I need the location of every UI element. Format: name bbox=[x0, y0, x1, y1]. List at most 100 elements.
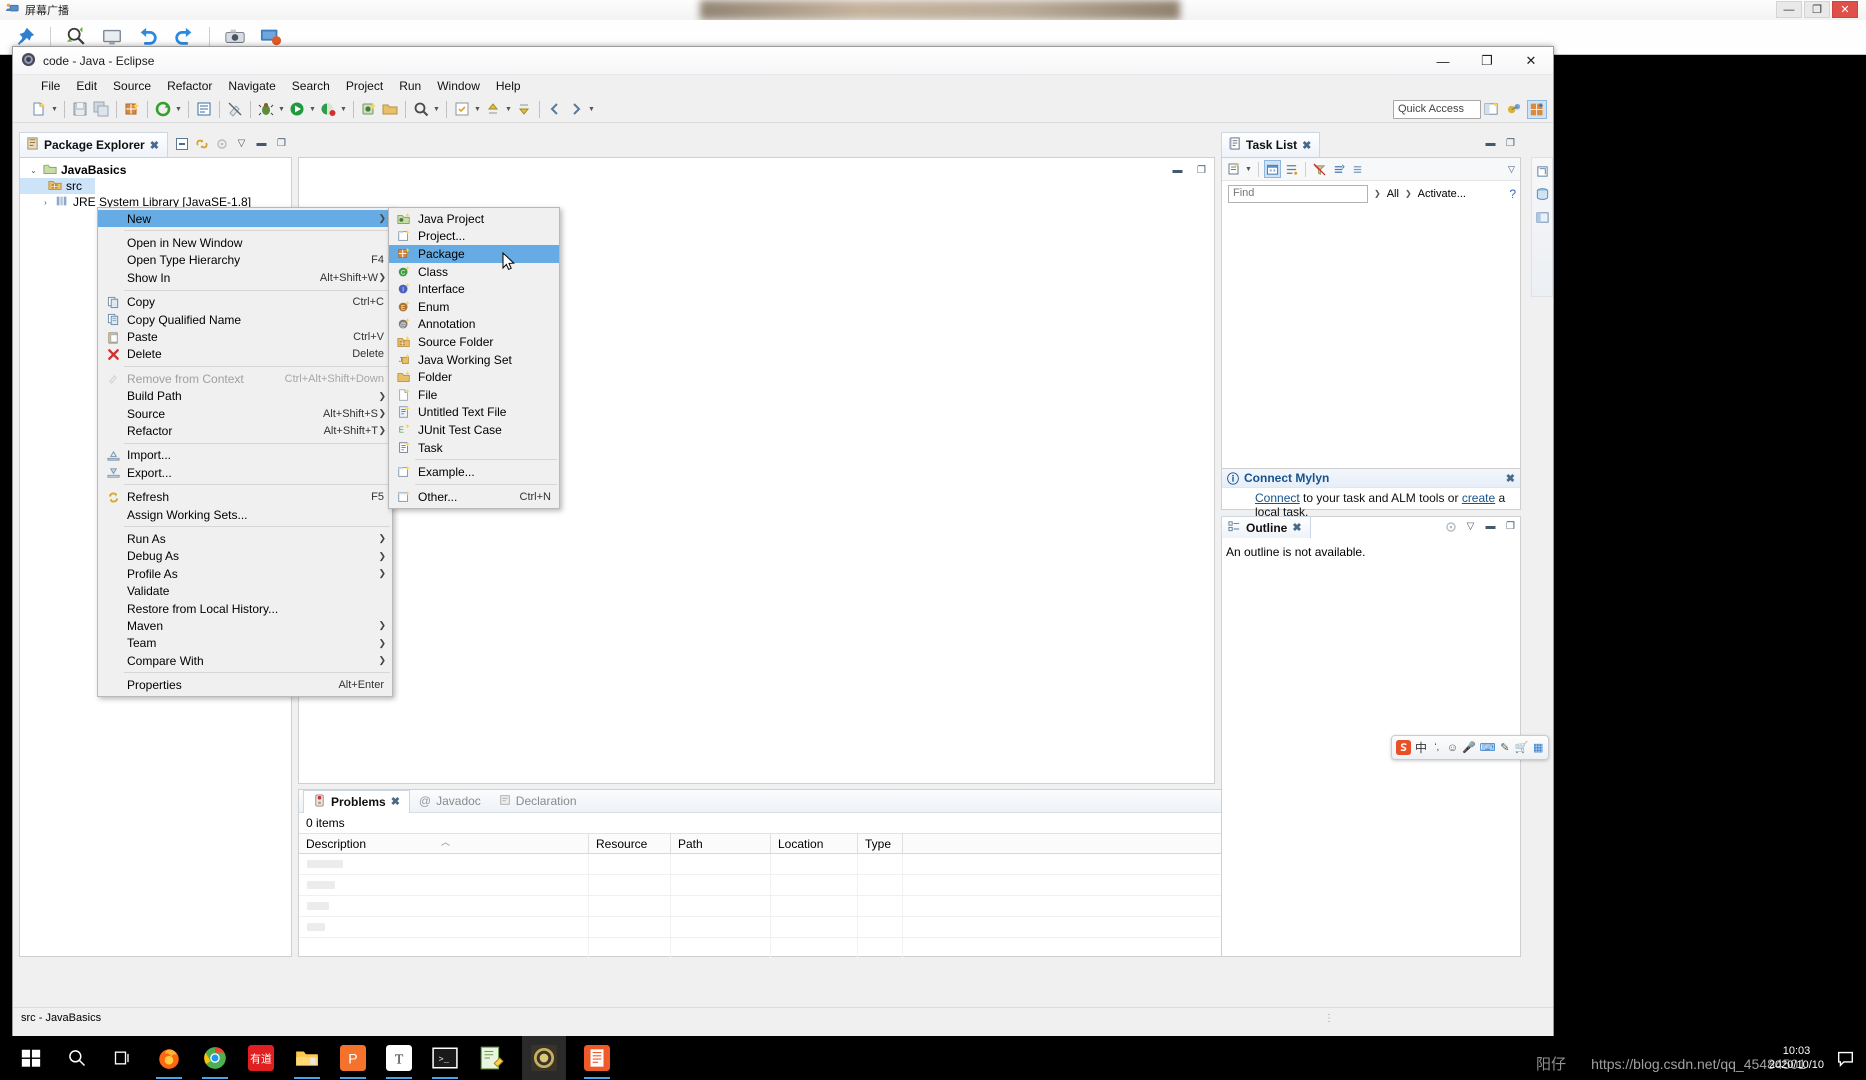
save-all-icon[interactable] bbox=[91, 99, 111, 119]
next-annotation-icon[interactable] bbox=[483, 99, 503, 119]
java-browsing-icon[interactable] bbox=[1532, 207, 1552, 227]
minimize-icon[interactable]: ▬ bbox=[1482, 518, 1499, 535]
link-with-editor-icon[interactable] bbox=[193, 135, 210, 152]
search-toolbar-icon[interactable] bbox=[411, 99, 431, 119]
ime-toolbox-icon[interactable]: ▦ bbox=[1532, 739, 1544, 756]
menu-item-team[interactable]: Team ❯ bbox=[98, 635, 392, 652]
filter-completed-icon[interactable] bbox=[1311, 160, 1328, 178]
open-task-icon[interactable] bbox=[194, 99, 214, 119]
focus-icon[interactable] bbox=[1442, 518, 1459, 535]
restore-icon[interactable] bbox=[1532, 161, 1552, 181]
menu-item-new[interactable]: New ❯ bbox=[98, 210, 392, 228]
ime-voice-icon[interactable]: 🎤 bbox=[1462, 739, 1476, 756]
run-icon[interactable] bbox=[287, 99, 307, 119]
menu-item-maven[interactable]: Maven ❯ bbox=[98, 617, 392, 634]
terminal-icon[interactable]: >_ bbox=[430, 1043, 460, 1079]
refresh-dropdown-arrow[interactable]: ▼ bbox=[174, 99, 183, 119]
broadcast-minimize-button[interactable]: — bbox=[1776, 1, 1802, 18]
maximize-icon[interactable]: ❐ bbox=[1193, 162, 1210, 179]
minimize-icon[interactable]: ▬ bbox=[1482, 135, 1499, 152]
column-location[interactable]: Location bbox=[771, 834, 858, 853]
ime-punctuation-icon[interactable]: ʻ, bbox=[1431, 739, 1443, 756]
tab-declaration[interactable]: Declaration bbox=[490, 790, 586, 813]
java-browsing-perspective-icon[interactable] bbox=[1504, 100, 1524, 119]
view-menu-icon[interactable]: ▽ bbox=[1503, 160, 1520, 178]
submenu-item-source-folder[interactable]: Source Folder bbox=[389, 333, 559, 351]
coverage-icon[interactable] bbox=[318, 99, 338, 119]
notification-icon[interactable] bbox=[1834, 1047, 1856, 1069]
taskbar-clock[interactable]: 10:03 2020/10/10 bbox=[1769, 1044, 1824, 1072]
connect-link[interactable]: Connect bbox=[1255, 491, 1300, 505]
menu-item-copy[interactable]: Copy Ctrl+C bbox=[98, 294, 392, 311]
tab-task-list[interactable]: Task List ✖ bbox=[1221, 132, 1321, 157]
ime-emoji-icon[interactable]: ☺ bbox=[1447, 739, 1459, 756]
file-explorer-icon[interactable] bbox=[292, 1043, 322, 1079]
menu-item-properties[interactable]: Properties Alt+Enter bbox=[98, 676, 392, 693]
menu-item-profile-as[interactable]: Profile As ❯ bbox=[98, 565, 392, 582]
close-icon[interactable]: ✖ bbox=[1302, 139, 1311, 152]
next-annotation-dropdown-arrow[interactable]: ▼ bbox=[504, 99, 513, 119]
debug-dropdown-arrow[interactable]: ▼ bbox=[277, 99, 286, 119]
menu-item-assign-working-sets[interactable]: Assign Working Sets... bbox=[98, 506, 392, 523]
open-perspective-icon[interactable] bbox=[1481, 100, 1501, 119]
submenu-item-other[interactable]: Other... Ctrl+N bbox=[389, 488, 559, 506]
maximize-icon[interactable]: ❐ bbox=[1502, 518, 1519, 535]
broadcast-maximize-button[interactable]: ❐ bbox=[1804, 1, 1830, 18]
menu-project[interactable]: Project bbox=[338, 77, 391, 95]
ime-mode-label[interactable]: 中 bbox=[1415, 739, 1427, 756]
task-repositories-icon[interactable] bbox=[1532, 184, 1552, 204]
new-task-icon[interactable] bbox=[1225, 160, 1242, 178]
activate-label[interactable]: Activate... bbox=[1418, 188, 1466, 200]
menu-window[interactable]: Window bbox=[429, 77, 488, 95]
submenu-item-example[interactable]: Example... bbox=[389, 463, 559, 481]
focus-on-active-task-icon[interactable] bbox=[213, 135, 230, 152]
forward-dropdown-arrow[interactable]: ▼ bbox=[587, 99, 596, 119]
sqlite-icon[interactable] bbox=[522, 1036, 566, 1080]
collapse-all-icon[interactable] bbox=[1330, 160, 1347, 178]
prev-annotation-icon[interactable] bbox=[514, 99, 534, 119]
eclipse-maximize-button[interactable]: ❐ bbox=[1465, 47, 1509, 75]
run-dropdown-arrow[interactable]: ▼ bbox=[308, 99, 317, 119]
new-java-class-icon[interactable] bbox=[359, 99, 379, 119]
menu-run[interactable]: Run bbox=[391, 77, 429, 95]
menu-edit[interactable]: Edit bbox=[68, 77, 105, 95]
menu-item-restore-from-local-history[interactable]: Restore from Local History... bbox=[98, 600, 392, 617]
search-input[interactable]: Find bbox=[1228, 184, 1368, 203]
menu-item-copy-qualified-name[interactable]: Copy Qualified Name bbox=[98, 311, 392, 328]
column-description[interactable]: Description ︿ bbox=[299, 834, 589, 853]
menu-item-open-type-hierarchy[interactable]: Open Type Hierarchy F4 bbox=[98, 252, 392, 269]
menu-refactor[interactable]: Refactor bbox=[159, 77, 220, 95]
submenu-item-java-working-set[interactable]: J Java Working Set bbox=[389, 351, 559, 369]
focus-on-workweek-icon[interactable] bbox=[1264, 160, 1281, 178]
chrome-icon[interactable] bbox=[200, 1043, 230, 1079]
menu-item-show-in[interactable]: Show In Alt+Shift+W ❯ bbox=[98, 269, 392, 286]
tab-package-explorer[interactable]: Package Explorer ✖ bbox=[19, 132, 168, 157]
disabled-marker-icon[interactable] bbox=[225, 99, 245, 119]
java-perspective-icon[interactable] bbox=[1527, 100, 1547, 119]
tab-javadoc[interactable]: @ Javadoc bbox=[410, 790, 490, 813]
presentation-icon[interactable] bbox=[1283, 160, 1300, 178]
menu-item-source[interactable]: Source Alt+Shift+S ❯ bbox=[98, 405, 392, 422]
tree-item-javabasics[interactable]: ⌄ JavaBasics bbox=[20, 162, 291, 178]
menu-item-validate[interactable]: Validate bbox=[98, 582, 392, 599]
menu-item-run-as[interactable]: Run As ❯ bbox=[98, 530, 392, 547]
eclipse-close-button[interactable]: ✕ bbox=[1509, 47, 1553, 75]
new-wizard-dropdown-arrow[interactable]: ▼ bbox=[50, 99, 59, 119]
help-icon[interactable]: ? bbox=[1509, 187, 1516, 201]
menu-search[interactable]: Search bbox=[284, 77, 338, 95]
search-dropdown-arrow[interactable]: ▼ bbox=[432, 99, 441, 119]
broadcast-close-button[interactable]: ✕ bbox=[1832, 1, 1858, 18]
menu-navigate[interactable]: Navigate bbox=[220, 77, 283, 95]
menu-item-open-in-new-window[interactable]: Open in New Window bbox=[98, 234, 392, 251]
ime-handwriting-icon[interactable]: ✎ bbox=[1499, 739, 1511, 756]
back-icon[interactable] bbox=[545, 99, 565, 119]
create-link[interactable]: create bbox=[1462, 491, 1495, 505]
last-edit-icon[interactable] bbox=[452, 99, 472, 119]
refresh-green-icon[interactable] bbox=[153, 99, 173, 119]
menu-item-refactor[interactable]: Refactor Alt+Shift+T ❯ bbox=[98, 422, 392, 439]
menu-item-paste[interactable]: Paste Ctrl+V bbox=[98, 328, 392, 345]
eclipse-minimize-button[interactable]: — bbox=[1421, 47, 1465, 75]
chevron-right-icon-2[interactable]: ❯ bbox=[1405, 189, 1412, 198]
column-resource[interactable]: Resource bbox=[589, 834, 671, 853]
tab-outline[interactable]: Outline ✖ bbox=[1221, 516, 1311, 538]
